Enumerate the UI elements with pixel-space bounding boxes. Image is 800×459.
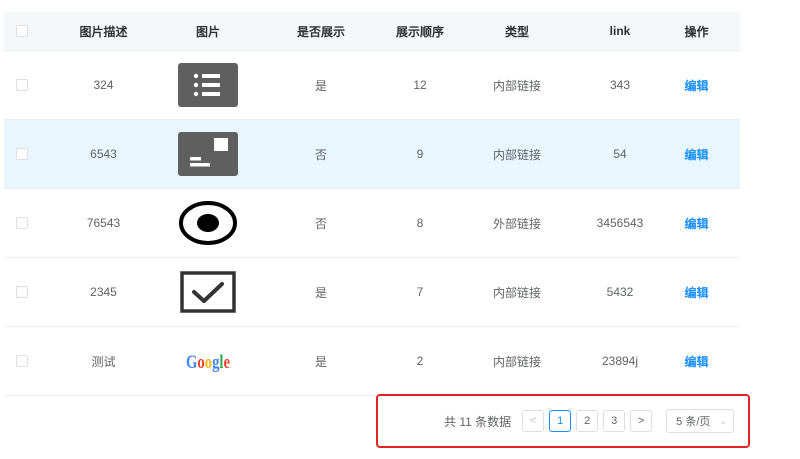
row-show: 否 xyxy=(314,216,327,231)
list-icon xyxy=(178,63,238,107)
header-type[interactable]: 类型 xyxy=(447,23,587,40)
pagination-highlight-box: 共 11 条数据 < 1 2 3 > 5 条/页 ⌄ xyxy=(376,394,750,448)
record-icon xyxy=(179,201,237,245)
card-icon xyxy=(178,132,238,176)
row-image xyxy=(167,201,249,245)
row-type: 内部链接 xyxy=(492,147,541,162)
row-checkbox[interactable] xyxy=(16,286,28,298)
header-actions: 操作 xyxy=(684,24,709,39)
row-checkbox[interactable] xyxy=(16,148,28,160)
google-logo: Google xyxy=(186,352,230,373)
header-show[interactable]: 是否展示 xyxy=(249,23,393,40)
row-order: 2 xyxy=(416,354,424,368)
total-count: 共 11 条数据 xyxy=(444,414,512,429)
page-button-3[interactable]: 3 xyxy=(603,410,626,432)
next-page-button[interactable]: > xyxy=(630,410,653,432)
page-button-1[interactable]: 1 xyxy=(549,410,572,432)
header-order[interactable]: 展示顺序 xyxy=(393,23,447,40)
row-description: 76543 xyxy=(86,216,121,230)
edit-link[interactable]: 编辑 xyxy=(684,79,708,93)
select-all-checkbox[interactable] xyxy=(16,25,28,37)
row-actions: 编辑 xyxy=(653,146,740,163)
row-select-cell xyxy=(4,148,40,160)
row-order: 12 xyxy=(413,78,427,92)
table-row: 76543 否 8 外部链接 3456543 编辑 xyxy=(4,189,740,258)
row-image xyxy=(167,270,249,314)
row-show: 是 xyxy=(314,285,327,300)
row-description: 测试 xyxy=(91,354,116,369)
row-select-cell xyxy=(4,79,40,91)
row-order: 9 xyxy=(416,147,424,161)
row-link: 54 xyxy=(613,147,627,161)
checkbox-icon xyxy=(180,271,236,313)
pagination: 共 11 条数据 < 1 2 3 > 5 条/页 ⌄ xyxy=(444,409,735,433)
header-link[interactable]: link xyxy=(587,24,653,38)
row-type: 内部链接 xyxy=(492,285,541,300)
row-description: 2345 xyxy=(90,285,117,299)
edit-link[interactable]: 编辑 xyxy=(684,355,708,369)
header-description[interactable]: 图片描述 xyxy=(40,23,167,40)
page-button-2[interactable]: 2 xyxy=(576,410,599,432)
table-row: 6543 否 9 内部链接 54 编辑 xyxy=(4,120,740,189)
chevron-down-icon: ⌄ xyxy=(719,415,728,426)
row-image xyxy=(167,132,249,176)
prev-page-button[interactable]: < xyxy=(522,410,545,432)
row-checkbox[interactable] xyxy=(16,355,28,367)
table-row: 测试 Google 是 2 内部链接 23894j 编辑 xyxy=(4,327,740,396)
row-order: 8 xyxy=(416,216,424,230)
table-row: 324 是 12 内部链接 343 编辑 xyxy=(4,51,740,120)
edit-link[interactable]: 编辑 xyxy=(684,217,708,231)
row-link: 5432 xyxy=(606,285,634,299)
edit-link[interactable]: 编辑 xyxy=(684,148,708,162)
row-order: 7 xyxy=(416,285,424,299)
table-header: 图片描述 图片 是否展示 展示顺序 类型 link 操作 xyxy=(4,12,740,51)
row-actions: 编辑 xyxy=(653,353,740,370)
row-select-cell xyxy=(4,355,40,367)
row-description: 6543 xyxy=(90,147,117,161)
row-link: 23894j xyxy=(601,354,639,368)
table-row: 2345 是 7 内部链接 5432 编辑 xyxy=(4,258,740,327)
row-actions: 编辑 xyxy=(653,77,740,94)
edit-link[interactable]: 编辑 xyxy=(684,286,708,300)
row-select-cell xyxy=(4,286,40,298)
row-type: 内部链接 xyxy=(492,78,541,93)
row-type: 外部链接 xyxy=(492,216,541,231)
row-link: 3456543 xyxy=(596,216,644,230)
row-actions: 编辑 xyxy=(653,215,740,232)
page-size-select[interactable]: 5 条/页 ⌄ xyxy=(666,409,735,433)
google-logo-text: Google xyxy=(186,352,230,373)
row-type: 内部链接 xyxy=(492,354,541,369)
page-size-value: 5 条/页 xyxy=(676,416,711,428)
header-image[interactable]: 图片 xyxy=(167,23,249,40)
row-image: Google xyxy=(167,339,249,383)
row-link: 343 xyxy=(609,78,631,92)
row-show: 是 xyxy=(314,354,327,369)
row-description: 324 xyxy=(93,78,114,92)
row-actions: 编辑 xyxy=(653,284,740,301)
row-show: 是 xyxy=(314,78,327,93)
header-select-all-cell xyxy=(4,25,40,37)
row-image xyxy=(167,63,249,107)
row-checkbox[interactable] xyxy=(16,79,28,91)
row-select-cell xyxy=(4,217,40,229)
data-table: 图片描述 图片 是否展示 展示顺序 类型 link 操作 324 是 12 内部… xyxy=(4,12,740,396)
row-show: 否 xyxy=(314,147,327,162)
row-checkbox[interactable] xyxy=(16,217,28,229)
